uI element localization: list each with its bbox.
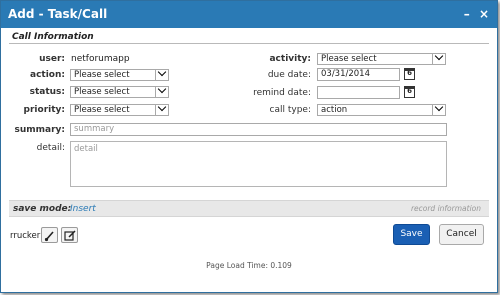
calendar-icon[interactable]: 6	[404, 68, 415, 80]
close-icon[interactable]: ×	[479, 7, 489, 21]
title-bar[interactable]: Add - Task/Call – ×	[1, 1, 497, 28]
edit-icon	[64, 230, 76, 241]
action-select[interactable]: Please select	[70, 69, 169, 81]
priority-select-value: Please select	[74, 105, 130, 115]
detail-placeholder: detail	[74, 144, 98, 154]
save-mode-label: save mode:	[13, 204, 72, 214]
detail-label: detail:	[36, 143, 65, 153]
current-user: rrucker	[10, 231, 41, 241]
activity-select-value: Please select	[321, 54, 377, 64]
edit-button[interactable]	[61, 227, 78, 243]
brush-icon	[44, 231, 54, 242]
save-mode-value[interactable]: Insert	[70, 204, 96, 214]
chevron-down-icon	[432, 54, 445, 64]
call-type-label: call type:	[269, 105, 311, 115]
dialog-window: Add - Task/Call – × Call Information use…	[0, 0, 498, 293]
call-type-select[interactable]: action	[317, 104, 446, 116]
brush-button[interactable]	[41, 227, 58, 243]
summary-label: summary:	[14, 125, 66, 135]
save-button[interactable]: Save	[393, 224, 430, 245]
user-value: netforumapp	[71, 54, 130, 64]
page-load-time: Page Load Time: 0.109	[206, 261, 292, 270]
save-mode-bar: save mode: Insert record information	[9, 200, 489, 217]
calendar-icon[interactable]: 6	[404, 86, 415, 98]
due-date-field[interactable]: 03/31/2014	[317, 68, 400, 81]
status-label: status:	[29, 87, 65, 97]
chevron-down-icon	[155, 105, 168, 115]
chevron-down-icon	[155, 70, 168, 80]
user-label: user:	[39, 54, 65, 64]
due-date-label: due date:	[267, 70, 311, 80]
due-date-value: 03/31/2014	[321, 69, 370, 79]
section-title: Call Information	[12, 32, 94, 42]
action-select-value: Please select	[74, 70, 130, 80]
dialog-title: Add - Task/Call	[8, 7, 108, 21]
status-select-value: Please select	[74, 87, 130, 97]
remind-date-label: remind date:	[253, 88, 311, 98]
remind-date-field[interactable]	[317, 86, 400, 99]
priority-label: priority:	[23, 105, 65, 115]
section-header: Call Information	[9, 32, 489, 44]
activity-select[interactable]: Please select	[317, 53, 446, 65]
summary-placeholder: summary	[74, 124, 115, 134]
activity-label: activity:	[269, 54, 311, 64]
record-information-link[interactable]: record information	[411, 204, 481, 213]
action-label: action:	[30, 70, 65, 80]
window-controls: – ×	[459, 7, 489, 21]
call-type-select-value: action	[321, 105, 348, 115]
priority-select[interactable]: Please select	[70, 104, 169, 116]
minimize-icon[interactable]: –	[464, 7, 470, 21]
cancel-button[interactable]: Cancel	[439, 224, 484, 245]
status-select[interactable]: Please select	[70, 86, 169, 98]
summary-input[interactable]: summary	[70, 123, 447, 136]
detail-textarea[interactable]: detail	[70, 141, 447, 187]
chevron-down-icon	[155, 87, 168, 97]
chevron-down-icon	[432, 105, 445, 115]
